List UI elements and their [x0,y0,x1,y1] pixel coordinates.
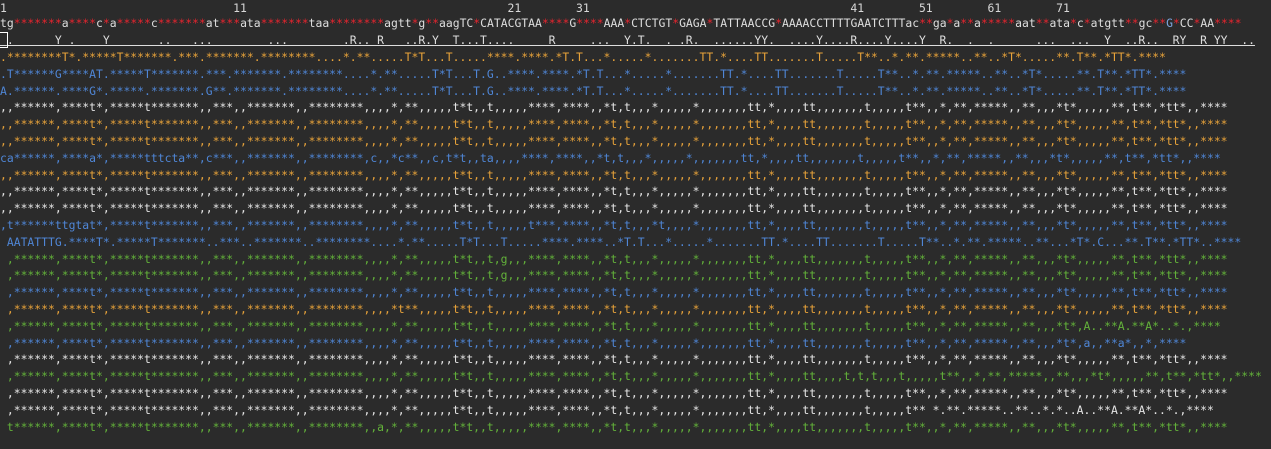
reference-segment: ** [960,16,974,30]
reference-segment: * [102,16,110,30]
reference-segment: * [1172,16,1180,30]
reference-segment: AAAACCTTTTGAATCTTTac [781,16,920,30]
read-row[interactable]: ,t******ttgtat*,*****t*******,,***,,****… [0,217,1228,234]
reference-segment: AA [1200,16,1215,30]
reference-segment: ata [1049,16,1071,30]
reference-segment: **** [68,16,97,30]
read-row[interactable]: ,******,****t*,*****t*******,,***,,*****… [0,368,1262,385]
reference-segment: **** [576,16,604,30]
read-row[interactable]: ,******,****t*,*****t*******,,***,,*****… [0,301,1228,318]
read-row[interactable]: ,******,****t*,*****t*******,,***,,*****… [0,351,1228,368]
reference-segment: GAGA [679,16,707,30]
reference-segment: **** [541,16,570,30]
reference-segment: ** [425,16,439,30]
reference-segment: a [974,16,981,30]
reference-segment: ** [1035,16,1050,30]
reference-segment: * [775,16,782,30]
reference-segment: agtt [384,16,412,30]
reference-segment: * [1070,16,1077,30]
reference-segment: a [61,16,69,30]
read-row[interactable]: ,,******,****t*,*****t*******,,***,,****… [0,200,1228,217]
reference-segment: c [150,16,158,30]
reference-segment: CATACGTAA [480,16,542,30]
reference-segment: ******* [13,16,62,30]
reference-segment: G [1166,16,1173,30]
reference-segment: c [96,16,103,30]
read-row[interactable]: ,,******,****t*,*****t*******,,***,,****… [0,99,1228,116]
reference-segment: ** [1152,16,1167,30]
read-row[interactable]: ,******,****t*,*****t*******,,***,,*****… [0,251,1228,268]
read-row[interactable]: t******,****t*,*****t*******,,***,,*****… [0,419,1228,436]
reference-segment: ******* [260,16,309,30]
read-row[interactable]: ,******,****t*,*****t*******,,***,,*****… [0,284,1228,301]
reference-segment: aat [1015,16,1036,30]
alignment-viewer[interactable]: 1 11 21 31 41 51 61 71 81 91 tg*******a*… [0,0,1271,449]
reference-sequence: tg*******a****c*a*****c*******at***ata**… [0,15,1242,32]
read-row[interactable]: ,,******,****t*,*****t*******,,***,,****… [0,116,1228,133]
reference-segment: AAA [603,16,625,30]
reference-segment: taa [308,16,330,30]
reference-segment: tg [0,16,14,30]
reference-segment: CC [1179,16,1194,30]
reference-segment: ** [1124,16,1139,30]
reference-segment: ** [919,16,933,30]
reference-segment: **** [1214,16,1242,30]
reference-segment: c [1076,16,1084,30]
reference-segment: ***** [980,16,1016,30]
reference-segment: ***** [116,16,151,30]
reference-segment: at [205,16,220,30]
read-row[interactable]: ,******,****t*,*****t*******,,***,,*****… [0,267,1228,284]
read-row[interactable]: .********T*.*****T*******.***.*******.**… [0,49,1166,66]
reference-segment: TATTAACCG [713,16,776,30]
reference-segment: ga [932,16,947,30]
cursor-caret[interactable] [0,32,8,48]
reference-segment: ******* [157,16,206,30]
read-row[interactable]: AATATTTG.****T*.*****T*******..***..****… [0,234,1241,251]
read-row[interactable]: ca******,****a*,*****tttcta**,c***,,****… [0,150,1221,167]
read-row[interactable]: ,******,****t*,*****t*******,,***,,*****… [0,318,1221,335]
reference-segment: * [1083,16,1091,30]
read-row[interactable]: ,,******,****t*,*****t*******,,***,,****… [0,167,1228,184]
reference-segment: ata [240,16,261,30]
read-row[interactable]: A.******.****G*.*****.*******.G**.******… [0,83,1186,100]
reference-segment: a [109,16,117,30]
consensus-row: . Y . Y .. ... ... .R.. R ..R.Y T...T...… [0,32,1255,49]
reference-segment: ******** [329,16,385,30]
reference-segment: CTCTGT [631,16,673,30]
read-row[interactable]: ,,******,****t*,*****t*******,,***,,****… [0,183,1228,200]
read-row[interactable]: .T******G****AT.*****T*******.***.******… [0,66,1186,83]
reference-segment: atgtt [1090,16,1125,30]
consensus-text: . Y . Y .. ... ... .R.. R ..R.Y T...T...… [6,33,1255,47]
read-row[interactable]: ,,******,****t*,*****t*******,,***,,****… [0,133,1228,150]
read-row[interactable]: ,******,****t*,*****t*******,,***,,*****… [0,402,1214,419]
read-row[interactable]: ,******,****t*,*****t*******,,***,,*****… [0,335,1187,352]
reference-segment: gc [1138,16,1153,30]
read-row[interactable]: ,******,****t*,*****t*******,,***,,*****… [0,385,1228,402]
reference-segment: aagTC [439,16,474,30]
reference-segment: *** [219,16,241,30]
